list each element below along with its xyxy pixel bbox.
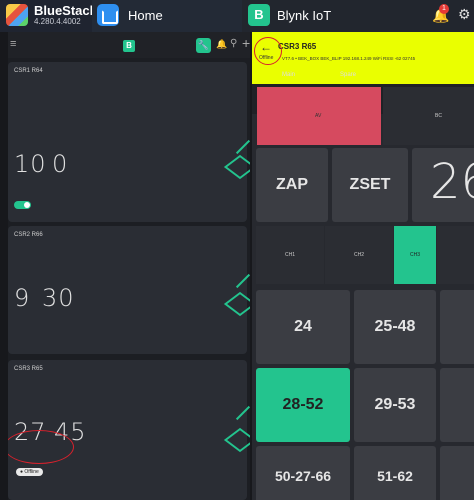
preset-button[interactable]: 29-53 xyxy=(354,368,436,442)
preset-button[interactable]: 51-62 xyxy=(354,446,436,500)
device-value-a: 9 xyxy=(14,284,31,312)
device-value-a: 10 xyxy=(14,150,47,178)
dashboard-title: CSR3 R65 xyxy=(278,42,317,51)
tab-spare[interactable]: Spare xyxy=(340,72,356,78)
preset-button[interactable]: 24 xyxy=(256,290,350,364)
preset-button[interactable] xyxy=(440,290,474,364)
preset-button[interactable] xyxy=(440,368,474,442)
device-card-title: CSR1 R64 xyxy=(14,68,43,74)
device-card-title: CSR3 R65 xyxy=(14,366,43,372)
device-list-toolbar: ≡ B 🔧 🔔 ⚲ + xyxy=(8,32,250,58)
search-icon[interactable]: ⚲ xyxy=(230,38,237,49)
taskbar: BlueStacks 4.280.4.4002 Home B Blynk IoT… xyxy=(0,0,474,32)
tab-blynk-label[interactable]: Blynk IoT xyxy=(277,8,331,23)
zap-button[interactable]: ZAP xyxy=(256,148,328,222)
device-card-title: CSR2 R66 xyxy=(14,232,43,238)
switch-bc[interactable]: BC xyxy=(383,87,474,145)
cube-icon xyxy=(223,154,250,180)
cube-icon xyxy=(223,291,250,317)
switch-av-label: AV xyxy=(315,113,322,119)
big-value: 26 xyxy=(430,154,474,210)
switch-bc-label: BC xyxy=(435,113,442,119)
device-info: VT7.6 • BEK_BOX BEK_BLIP 192.168.1.249 W… xyxy=(282,56,416,61)
preset-button[interactable]: 28-52 xyxy=(256,368,350,442)
preset-button[interactable]: 25-48 xyxy=(354,290,436,364)
status-badge: ● Offline xyxy=(16,468,43,476)
bluestacks-logo-icon xyxy=(6,4,28,26)
annotation-circle xyxy=(254,37,282,65)
blynk-logo-icon: B xyxy=(123,40,135,52)
home-icon[interactable] xyxy=(97,4,119,26)
zset-button[interactable]: ZSET xyxy=(332,148,408,222)
menu-icon[interactable]: ≡ xyxy=(10,38,16,50)
notification-badge: 1 xyxy=(439,4,449,14)
device-dashboard: ← CSR3 R65 Offline VT7.6 • BEK_BOX BEK_B… xyxy=(252,32,474,500)
signal-icon xyxy=(235,273,250,289)
device-list-panel: ≡ B 🔧 🔔 ⚲ + CSR1 R64 10 0 CSR2 R66 9 30 … xyxy=(8,32,250,500)
preset-button[interactable] xyxy=(440,446,474,500)
device-card[interactable]: CSR1 R64 10 0 xyxy=(8,62,250,222)
signal-icon xyxy=(235,405,250,421)
cube-icon xyxy=(223,427,250,453)
device-card[interactable]: CSR2 R66 9 30 xyxy=(8,226,250,354)
status-badge-label: Offline xyxy=(24,469,39,475)
wrench-icon[interactable]: 🔧 xyxy=(196,38,211,53)
value-display: 26 xyxy=(412,148,474,222)
segment-ch3[interactable]: CH3 xyxy=(394,226,436,284)
device-value-b: 0 xyxy=(52,150,69,178)
device-value-b: 30 xyxy=(42,284,75,312)
bell-icon[interactable]: 🔔 xyxy=(216,39,227,50)
segment-ch4[interactable] xyxy=(437,226,474,284)
gear-icon[interactable]: ⚙ xyxy=(458,6,471,23)
bluestacks-version: 4.280.4.4002 xyxy=(34,17,81,26)
add-icon[interactable]: + xyxy=(242,35,250,51)
segment-ch2[interactable]: CH2 xyxy=(325,226,393,284)
tab-home-label[interactable]: Home xyxy=(128,8,163,23)
preset-button[interactable]: 50-27-66 xyxy=(256,446,350,500)
segment-ch1[interactable]: CH1 xyxy=(256,226,324,284)
switch-av[interactable]: AV xyxy=(257,87,381,145)
signal-icon xyxy=(235,139,250,155)
power-toggle[interactable] xyxy=(14,201,31,209)
tab-main[interactable]: Main xyxy=(282,72,295,78)
blynk-app-icon[interactable]: B xyxy=(248,4,270,26)
